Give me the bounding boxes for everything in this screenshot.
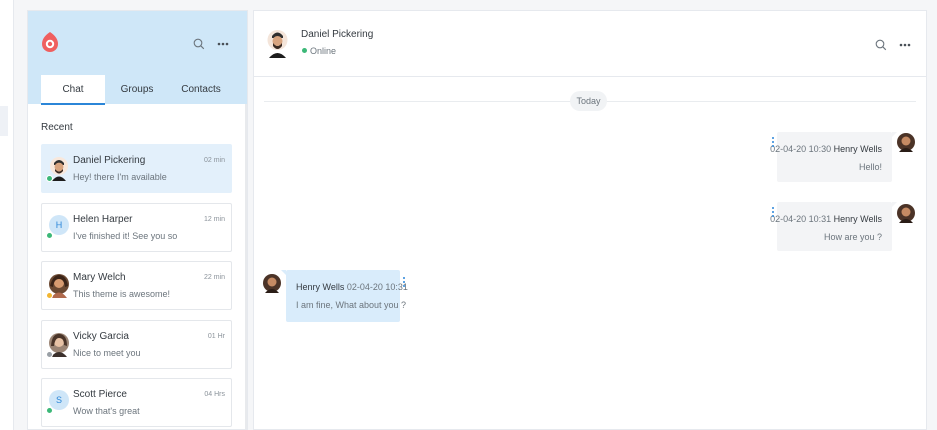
conversation-preview: I've finished it! See you so — [73, 231, 178, 241]
conversation-item-mary-welch[interactable]: Mary Welch This theme is awesome! 22 min — [41, 261, 232, 310]
outer-navigation-rail — [0, 0, 14, 430]
message-bubble-outgoing: 02-04-20 10:31 Henry Wells How are you ? — [770, 202, 897, 251]
search-icon[interactable] — [874, 39, 888, 51]
message-bubble-outgoing: 02-04-20 10:30 Henry Wells Hello! — [770, 132, 897, 182]
message-sender: Henry Wells — [296, 282, 345, 292]
conversation-name: Helen Harper — [73, 214, 133, 225]
conversation-preview: Wow that's great — [73, 406, 140, 416]
tab-groups[interactable]: Groups — [105, 75, 169, 104]
online-status-dot — [46, 232, 53, 239]
chat-sidebar: Chat Groups Contacts Recent Daniel Picke… — [27, 10, 248, 430]
conversation-preview: This theme is awesome! — [73, 289, 171, 299]
avatar — [263, 274, 281, 293]
conversation-time: 12 min — [203, 216, 225, 223]
message-options-icon[interactable] — [771, 136, 775, 148]
conversation-item-daniel-pickering[interactable]: Daniel Pickering Hey! there I'm availabl… — [41, 144, 232, 193]
online-status-dot — [46, 175, 53, 182]
tab-contacts[interactable]: Contacts — [169, 75, 233, 104]
day-divider-label: Today — [570, 91, 607, 111]
chat-header: Daniel Pickering Online — [254, 11, 926, 77]
message-sender: Henry Wells — [833, 144, 882, 154]
message-meta: 02-04-20 10:31 Henry Wells — [770, 214, 882, 224]
contact-name: Daniel Pickering — [301, 29, 374, 40]
conversation-time: 22 min — [203, 274, 225, 281]
avatar[interactable] — [267, 28, 288, 59]
message-timestamp: 02-04-20 10:31 — [770, 214, 832, 224]
online-status-dot — [302, 48, 307, 53]
avatar — [897, 133, 915, 152]
conversation-name: Scott Pierce — [73, 389, 127, 400]
message-meta: 02-04-20 10:30 Henry Wells — [770, 144, 882, 154]
search-icon[interactable] — [192, 37, 206, 51]
sidebar-tabs: Chat Groups Contacts — [41, 75, 245, 105]
message-text: How are you ? — [823, 232, 882, 242]
message-sender: Henry Wells — [833, 214, 882, 224]
message-timestamp: 02-04-20 10:31 — [346, 282, 408, 292]
tab-chat[interactable]: Chat — [41, 75, 105, 105]
avatar — [897, 204, 915, 223]
conversation-preview: Nice to meet you — [73, 348, 141, 358]
conversation-item-vicky-garcia[interactable]: Vicky Garcia Nice to meet you 01 Hr — [41, 320, 232, 369]
more-horizontal-icon[interactable] — [898, 39, 912, 51]
conversation-preview: Hey! there I'm available — [73, 172, 167, 182]
message-timestamp: 02-04-20 10:30 — [770, 144, 832, 154]
message-options-icon[interactable] — [402, 276, 406, 288]
conversation-time: 04 Hrs — [204, 391, 225, 398]
chat-panel: Daniel Pickering Online Today 02-04-20 1… — [253, 10, 927, 430]
conversation-item-scott-pierce[interactable]: S Scott Pierce Wow that's great 04 Hrs — [41, 378, 232, 427]
conversation-item-helen-harper[interactable]: H Helen Harper I've finished it! See you… — [41, 203, 232, 252]
conversation-time: 02 min — [203, 157, 225, 164]
avatar: H — [49, 215, 69, 235]
conversation-name: Vicky Garcia — [73, 331, 129, 342]
bubble-tail — [281, 270, 286, 275]
message-meta: Henry Wells 02-04-20 10:31 — [296, 282, 408, 292]
more-horizontal-icon[interactable] — [216, 37, 230, 51]
rail-active-indicator — [0, 106, 8, 136]
message-options-icon[interactable] — [771, 206, 775, 218]
message-bubble-incoming: Henry Wells 02-04-20 10:31 I am fine, Wh… — [281, 270, 408, 322]
conversation-name: Mary Welch — [73, 272, 126, 283]
online-status-dot — [46, 407, 53, 414]
conversation-time: 01 Hr — [207, 333, 225, 340]
conversation-name: Daniel Pickering — [73, 155, 146, 166]
brand-logo-icon[interactable] — [41, 31, 59, 53]
avatar: S — [49, 390, 69, 410]
contact-status: Online — [310, 46, 337, 56]
recent-heading: Recent — [41, 122, 73, 133]
away-status-dot — [46, 292, 53, 299]
sidebar-header: Chat Groups Contacts — [28, 11, 247, 105]
sidebar-scrollbar[interactable] — [245, 104, 247, 429]
message-text: I am fine, What about you ? — [296, 300, 407, 310]
offline-status-dot — [46, 351, 53, 358]
message-text: Hello! — [858, 162, 882, 172]
